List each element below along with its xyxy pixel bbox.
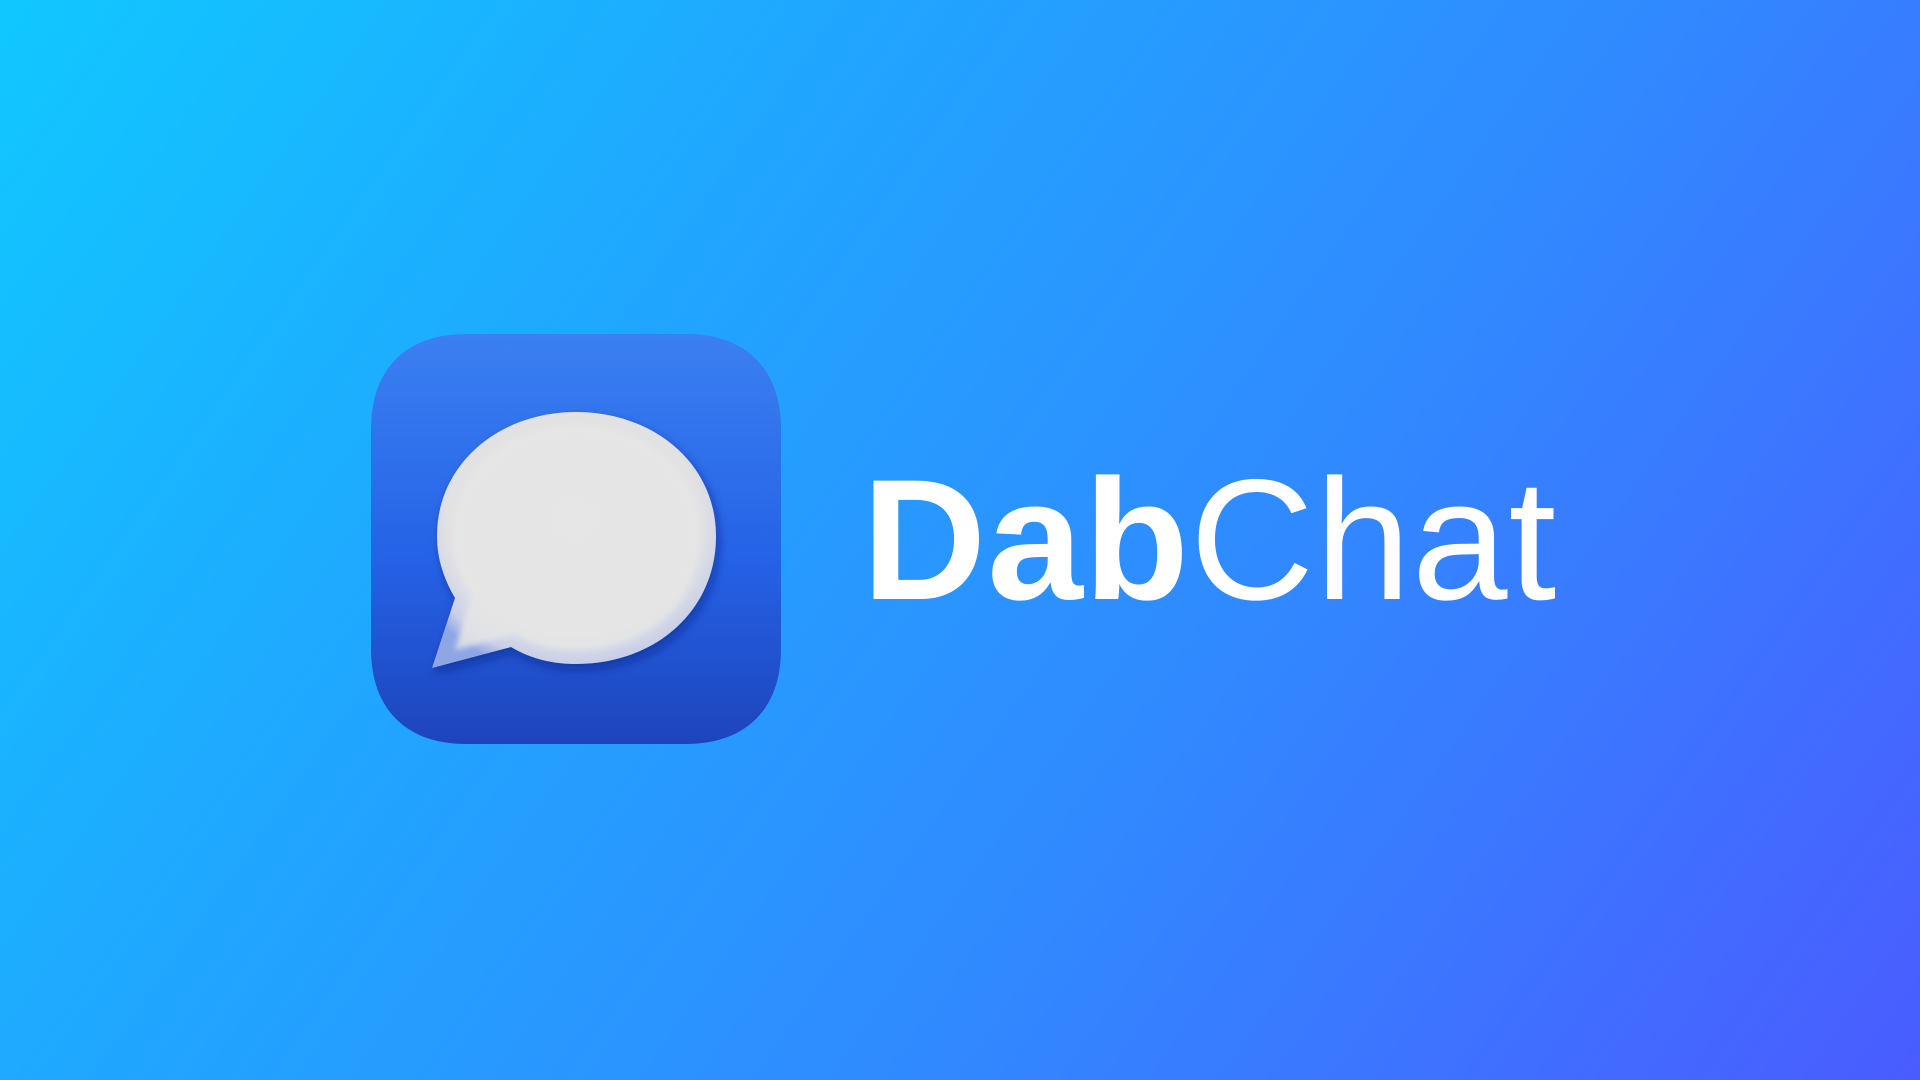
app-name-bold: Dab: [862, 444, 1190, 636]
app-icon: [371, 334, 781, 744]
chat-bubble-icon: [371, 334, 781, 744]
app-name-regular: Chat: [1189, 444, 1558, 636]
app-wordmark: Dab Chat: [862, 440, 1557, 640]
splash-screen: { "app": { "name_bold": "Dab", "name_reg…: [0, 0, 1920, 1080]
